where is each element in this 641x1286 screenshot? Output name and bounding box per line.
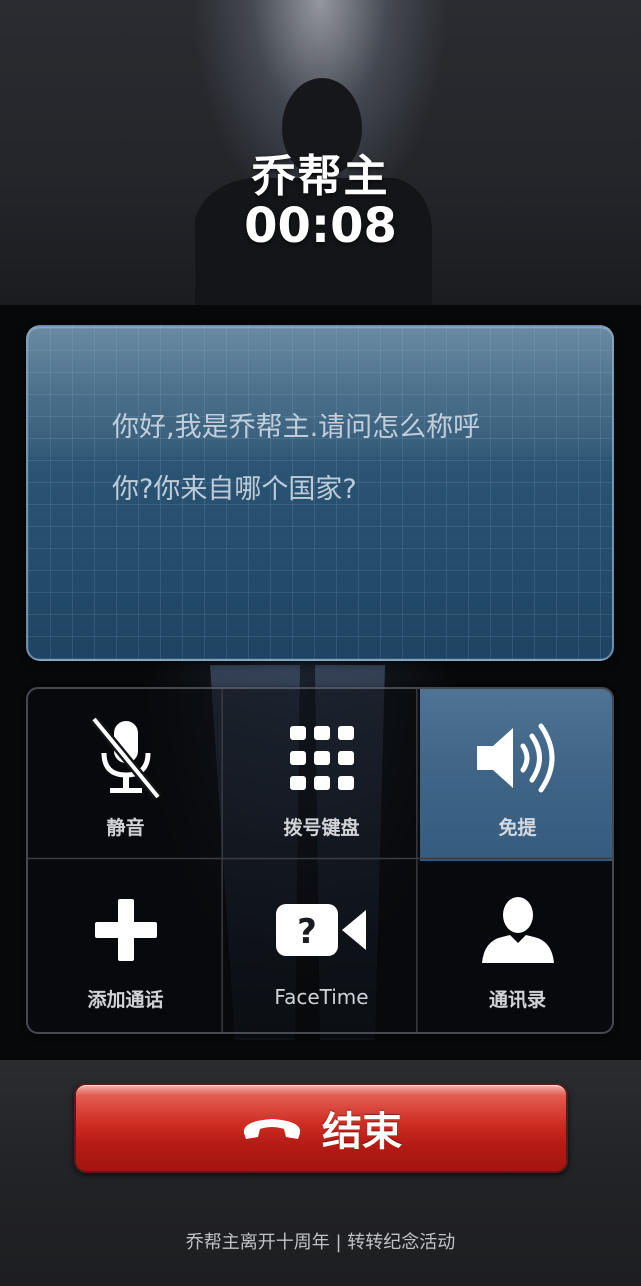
keypad-grid-icon: [224, 713, 419, 803]
hang-up-phone-icon: [240, 1111, 304, 1145]
plus-icon: [28, 885, 223, 975]
add-call-button[interactable]: 添加通话: [28, 861, 223, 1032]
facetime-button[interactable]: ? FaceTime: [224, 861, 419, 1032]
speaker-button[interactable]: 免提: [420, 689, 612, 861]
add-call-label: 添加通话: [87, 989, 164, 1011]
incoming-call-screen: 乔帮主 00:08 你好,我是乔帮主.请问怎么称呼 你?你来自哪个国家? 静音: [0, 0, 641, 1286]
end-call-content: 结束: [76, 1085, 566, 1171]
end-call-label: 结束: [322, 1109, 402, 1155]
microphone-muted-icon: [28, 713, 223, 803]
message-panel: 你好,我是乔帮主.请问怎么称呼 你?你来自哪个国家?: [26, 325, 614, 661]
keypad-label: 拨号键盘: [283, 817, 360, 839]
footer-caption: 乔帮主离开十周年 | 转转纪念活动: [185, 1232, 456, 1253]
call-timer: 00:08: [244, 198, 397, 254]
message-text: 你好,我是乔帮主.请问怎么称呼 你?你来自哪个国家?: [112, 397, 522, 521]
contacts-label: 通讯录: [488, 989, 546, 1011]
mute-button[interactable]: 静音: [28, 689, 223, 861]
svg-text:?: ?: [297, 912, 317, 952]
caller-name: 乔帮主: [251, 151, 390, 202]
mute-label: 静音: [106, 817, 145, 839]
contact-person-icon: [420, 885, 612, 975]
facetime-video-icon: ?: [224, 885, 419, 975]
facetime-label: FaceTime: [274, 985, 369, 1009]
end-call-button[interactable]: 结束: [74, 1083, 568, 1173]
keypad-button[interactable]: 拨号键盘: [224, 689, 419, 861]
speaker-label: 免提: [498, 817, 537, 839]
contacts-button[interactable]: 通讯录: [420, 861, 612, 1032]
speaker-icon: [420, 713, 612, 803]
message-line-2: 你?你来自哪个国家?: [112, 474, 357, 505]
message-line-1: 你好,我是乔帮主.请问怎么称呼: [112, 412, 481, 443]
call-controls-panel: 静音 拨号键盘 免提 添加通话 ? FaceTime 通讯录: [26, 687, 614, 1034]
